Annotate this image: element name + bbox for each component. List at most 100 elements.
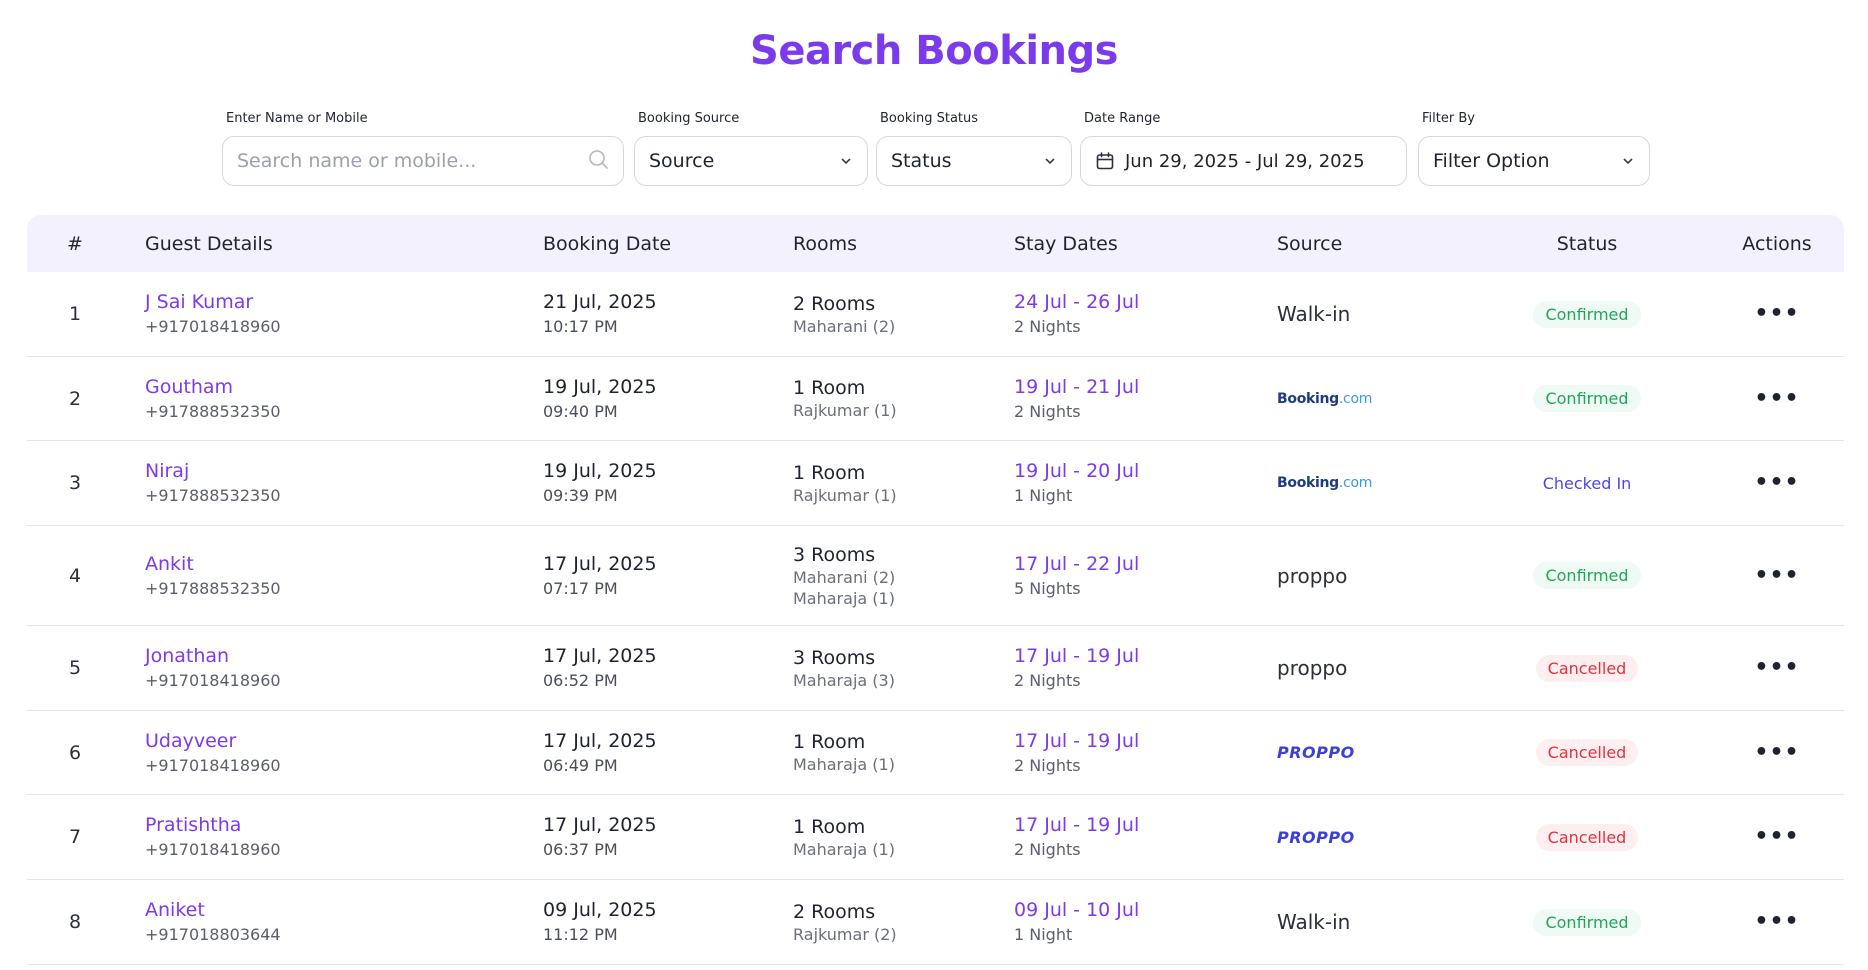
- guest-details: J Sai Kumar +917018418960: [145, 272, 525, 356]
- status-select[interactable]: Status: [876, 136, 1072, 186]
- source-select[interactable]: Source: [634, 136, 868, 186]
- status-badge: Confirmed: [1533, 385, 1641, 412]
- rooms: 2 Rooms Maharani (2): [793, 272, 1003, 356]
- stay-range: 17 Jul - 19 Jul: [1014, 814, 1140, 836]
- guest-details: Aniket +917018803644: [145, 880, 525, 964]
- rooms: 3 Rooms Maharaja (3): [793, 626, 1003, 710]
- more-actions-icon[interactable]: •••: [1754, 564, 1799, 586]
- more-actions-icon[interactable]: •••: [1754, 303, 1799, 325]
- booking-source: proppo: [1277, 526, 1477, 625]
- booking-date: 17 Jul, 2025 06:49 PM: [543, 711, 783, 794]
- nights-count: 2 Nights: [1014, 840, 1081, 859]
- search-icon: [587, 148, 609, 175]
- more-actions-icon[interactable]: •••: [1754, 741, 1799, 763]
- more-actions-icon[interactable]: •••: [1754, 387, 1799, 409]
- guest-name-link[interactable]: Aniket: [145, 897, 525, 923]
- actions: •••: [1727, 626, 1827, 710]
- more-actions-icon[interactable]: •••: [1754, 826, 1799, 848]
- booking-date-value: 17 Jul, 2025: [543, 645, 657, 667]
- booking-logo-dotcom: .com: [1338, 390, 1373, 407]
- booking-date: 09 Jul, 2025 11:12 PM: [543, 880, 783, 964]
- booking-source: PROPPO: [1277, 795, 1477, 879]
- status-badge: Cancelled: [1535, 654, 1639, 682]
- status: Confirmed: [1457, 272, 1717, 356]
- stay-range: 17 Jul - 22 Jul: [1014, 552, 1140, 575]
- table-row[interactable]: 7 Pratishtha +917018418960 17 Jul, 2025 06:3…: [27, 795, 1844, 880]
- row-number: 8: [68, 911, 82, 933]
- booking-source: Walk-in: [1277, 272, 1477, 356]
- stay-dates: 19 Jul - 20 Jul 1 Night: [1014, 441, 1264, 525]
- status-badge: Confirmed: [1533, 908, 1641, 936]
- booking-logo-word: Booking: [1277, 390, 1339, 407]
- date-range-picker[interactable]: Jun 29, 2025 - Jul 29, 2025: [1080, 136, 1407, 186]
- name-filter-label: Enter Name or Mobile: [226, 111, 368, 126]
- booking-logo-word: Booking: [1277, 475, 1339, 491]
- status: Confirmed: [1457, 357, 1717, 440]
- booking-logo-dotcom: .com: [1338, 475, 1373, 491]
- more-actions-icon[interactable]: •••: [1754, 472, 1799, 494]
- source-text: Walk-in: [1277, 302, 1351, 326]
- header-num: #: [67, 232, 83, 255]
- booking-date: 17 Jul, 2025 07:17 PM: [543, 526, 783, 625]
- room-detail: Maharani (2): [793, 316, 896, 336]
- stay-dates: 17 Jul - 19 Jul 2 Nights: [1014, 711, 1264, 794]
- source-filter: Booking Source Source: [634, 110, 868, 186]
- stay-dates: 17 Jul - 19 Jul 2 Nights: [1014, 626, 1264, 710]
- guest-name-link[interactable]: Jonathan: [145, 643, 525, 669]
- booking-date: 21 Jul, 2025 10:17 PM: [543, 272, 783, 356]
- rooms-count: 1 Room: [793, 731, 866, 753]
- room-detail: Rajkumar (2): [793, 924, 897, 944]
- stay-dates: 24 Jul - 26 Jul 2 Nights: [1014, 272, 1264, 356]
- guest-details: Pratishtha +917018418960: [145, 795, 525, 879]
- header-stay-dates: Stay Dates: [1014, 232, 1118, 255]
- rooms-count: 3 Rooms: [793, 646, 876, 669]
- guest-name-link[interactable]: Pratishtha: [145, 812, 525, 838]
- status-badge: Confirmed: [1533, 562, 1641, 589]
- guest-name-link[interactable]: Udayveer: [145, 728, 525, 754]
- actions: •••: [1727, 880, 1827, 964]
- booking-com-logo: Booking.com: [1277, 475, 1477, 491]
- stay-dates: 19 Jul - 21 Jul 2 Nights: [1014, 357, 1264, 440]
- table-row[interactable]: 4 Ankit +917888532350 17 Jul, 2025 07:17 PM 3…: [27, 526, 1844, 626]
- table-row[interactable]: 1 J Sai Kumar +917018418960 21 Jul, 2025 10:…: [27, 272, 1844, 357]
- stay-range: 17 Jul - 19 Jul: [1014, 729, 1140, 752]
- room-detail: Maharaja (1): [793, 839, 895, 859]
- table-row[interactable]: 5 Jonathan +917018418960 17 Jul, 2025 06:52 …: [27, 626, 1844, 711]
- table-row[interactable]: 8 Aniket +917018803644 09 Jul, 2025 11:12 PM…: [27, 880, 1844, 965]
- calendar-icon: [1096, 152, 1114, 170]
- source-text: proppo: [1277, 563, 1348, 588]
- status-badge: Cancelled: [1535, 739, 1639, 766]
- table-row[interactable]: 3 Niraj +917888532350 19 Jul, 2025 09:39 PM 1…: [27, 441, 1844, 526]
- status: Confirmed: [1457, 880, 1717, 964]
- booking-date-value: 17 Jul, 2025: [543, 552, 657, 575]
- more-actions-icon[interactable]: •••: [1754, 911, 1799, 933]
- date-range-label: Date Range: [1084, 111, 1161, 126]
- row-number: 7: [68, 826, 82, 848]
- date-range-value: Jun 29, 2025 - Jul 29, 2025: [1125, 150, 1365, 172]
- more-actions-icon[interactable]: •••: [1754, 657, 1799, 679]
- table-row[interactable]: 6 Udayveer +917018418960 17 Jul, 2025 06:49 …: [27, 711, 1844, 795]
- filter-by-value: Filter Option: [1433, 150, 1550, 172]
- status: Cancelled: [1457, 795, 1717, 879]
- table-row[interactable]: 2 Goutham +917888532350 19 Jul, 2025 09:40 P…: [27, 357, 1844, 441]
- guest-name-link[interactable]: Ankit: [145, 551, 525, 577]
- status-filter-label: Booking Status: [880, 111, 979, 126]
- search-input[interactable]: Search name or mobile...: [222, 136, 624, 186]
- stay-dates: 17 Jul - 22 Jul 5 Nights: [1014, 526, 1264, 625]
- guest-name-link[interactable]: Goutham: [145, 374, 525, 400]
- actions: •••: [1727, 441, 1827, 525]
- stay-range: 19 Jul - 21 Jul: [1014, 375, 1140, 398]
- table-header: # Guest Details Booking Date Rooms Stay …: [27, 215, 1844, 272]
- booking-time: 06:49 PM: [543, 755, 618, 775]
- rooms: 3 Rooms Maharani (2) Maharaja (1): [793, 526, 1003, 625]
- header-rooms: Rooms: [793, 232, 858, 255]
- header-guest: Guest Details: [145, 232, 273, 255]
- filter-by-select[interactable]: Filter Option: [1418, 136, 1650, 186]
- proppo-logo: PROPPO: [1277, 827, 1355, 847]
- stay-dates: 09 Jul - 10 Jul 1 Night: [1014, 880, 1264, 964]
- guest-name-link[interactable]: J Sai Kumar: [145, 289, 525, 315]
- guest-name-link[interactable]: Niraj: [145, 458, 525, 484]
- header-actions: Actions: [1742, 232, 1812, 255]
- source-select-value: Source: [649, 150, 715, 172]
- booking-date-value: 17 Jul, 2025: [543, 814, 657, 836]
